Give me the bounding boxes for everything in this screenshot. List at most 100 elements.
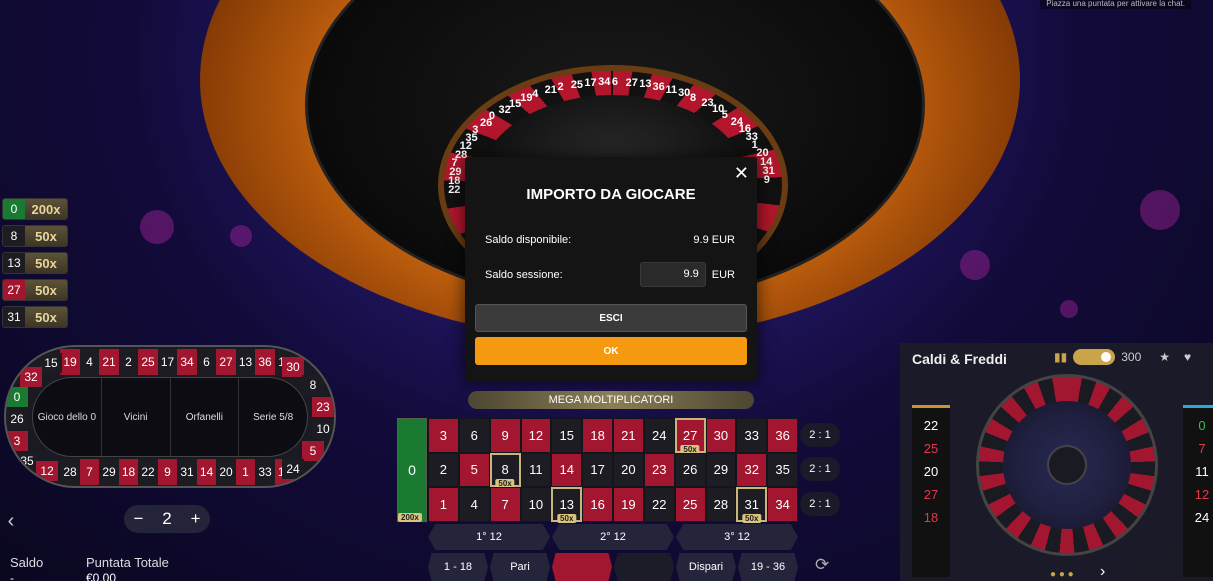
bet-even[interactable]: Pari: [490, 553, 550, 581]
bet-cell-7[interactable]: 7: [489, 487, 521, 522]
racetrack-cell-18[interactable]: 18: [118, 459, 139, 485]
racetrack-cell-9[interactable]: 9: [157, 459, 178, 485]
racetrack-cell-33[interactable]: 33: [255, 459, 275, 485]
racetrack-cell-26[interactable]: 26: [6, 409, 28, 429]
bet-low[interactable]: 1 - 18: [428, 553, 488, 581]
bet-cell-2[interactable]: 2: [428, 452, 459, 488]
section-vicini[interactable]: Vicini: [100, 378, 170, 456]
exit-button[interactable]: ESCI: [475, 304, 747, 332]
bet-cell-23[interactable]: 23: [643, 452, 675, 488]
racetrack-cell-0[interactable]: 0: [6, 387, 28, 407]
racetrack-cell-24[interactable]: 24: [282, 459, 304, 479]
minus-icon[interactable]: −: [133, 509, 143, 529]
racetrack-cell-32[interactable]: 32: [20, 367, 42, 387]
racetrack-bet-area[interactable]: Gioco dello 0 Vicini Orfanelli Serie 5/8…: [4, 345, 336, 488]
bet-cell-1[interactable]: 1: [428, 487, 459, 522]
bet-cell-14[interactable]: 14: [551, 452, 583, 488]
bet-cell-24[interactable]: 24: [643, 418, 675, 453]
page-dots[interactable]: ● ● ●: [1050, 569, 1074, 580]
racetrack-cell-3[interactable]: 3: [6, 431, 28, 451]
dozen-bet-2[interactable]: 2° 12: [552, 524, 674, 550]
racetrack-cell-7[interactable]: 7: [79, 459, 100, 485]
section-serie[interactable]: Serie 5/8: [238, 378, 307, 456]
bet-cell-4[interactable]: 4: [458, 487, 490, 522]
bet-black[interactable]: [614, 553, 674, 581]
racetrack-cell-27[interactable]: 27: [216, 349, 236, 375]
chevron-left-icon[interactable]: ‹: [0, 507, 22, 535]
racetrack-cell-35[interactable]: 35: [16, 451, 38, 471]
bet-cell-16[interactable]: 16: [582, 487, 613, 522]
bet-cell-11[interactable]: 11: [520, 452, 552, 488]
racetrack-cell-1[interactable]: 1: [235, 459, 256, 485]
close-icon[interactable]: ✕: [734, 163, 749, 184]
racetrack-cell-6[interactable]: 6: [196, 349, 217, 375]
bet-cell-19[interactable]: 19: [613, 487, 644, 522]
bet-cell-18[interactable]: 18: [582, 418, 613, 453]
bet-cell-29[interactable]: 29: [705, 452, 737, 488]
racetrack-cell-2[interactable]: 2: [118, 349, 139, 375]
racetrack-cell-12[interactable]: 12: [36, 461, 58, 481]
bet-cell-26[interactable]: 26: [674, 452, 706, 488]
bet-cell-31[interactable]: 31 50x: [736, 487, 768, 523]
racetrack-cell-31[interactable]: 31: [177, 459, 197, 485]
racetrack-cell-34[interactable]: 34: [177, 349, 197, 375]
section-orfanelli[interactable]: Orfanelli: [169, 378, 239, 456]
bet-high[interactable]: 19 - 36: [738, 553, 798, 581]
bet-cell-22[interactable]: 22: [643, 487, 675, 522]
bet-cell-35[interactable]: 35: [767, 452, 798, 488]
ok-button[interactable]: OK: [475, 337, 747, 365]
bet-cell-5[interactable]: 5: [458, 452, 490, 488]
racetrack-cell-22[interactable]: 22: [138, 459, 158, 485]
star-icon[interactable]: ★: [1159, 350, 1170, 364]
bet-cell-25[interactable]: 25: [674, 487, 706, 522]
racetrack-cell-15[interactable]: 15: [40, 353, 62, 373]
racetrack-cell-5[interactable]: 5: [302, 441, 324, 461]
bet-cell-34[interactable]: 34: [767, 487, 798, 522]
bet-cell-30[interactable]: 30: [705, 418, 737, 453]
racetrack-cell-4[interactable]: 4: [79, 349, 100, 375]
column-bet-top[interactable]: 2 : 1: [800, 423, 840, 447]
bet-red[interactable]: [552, 553, 612, 581]
racetrack-cell-30[interactable]: 30: [282, 357, 304, 377]
section-gioco-zero[interactable]: Gioco dello 0: [33, 378, 101, 456]
bet-cell-6[interactable]: 6: [458, 418, 490, 453]
bet-cell-36[interactable]: 36: [767, 418, 798, 453]
bet-cell-32[interactable]: 32: [736, 452, 768, 488]
racetrack-cell-20[interactable]: 20: [216, 459, 236, 485]
bet-odd[interactable]: Dispari: [676, 553, 736, 581]
racetrack-cell-36[interactable]: 36: [255, 349, 275, 375]
bet-cell-21[interactable]: 21: [613, 418, 644, 453]
bet-cell-27[interactable]: 27 50x: [674, 418, 706, 454]
column-bet-middle[interactable]: 2 : 1: [800, 457, 840, 481]
racetrack-cell-29[interactable]: 29: [99, 459, 119, 485]
stats-icon[interactable]: ▮▮: [1054, 350, 1067, 364]
plus-icon[interactable]: +: [191, 509, 201, 529]
racetrack-cell-25[interactable]: 25: [138, 349, 158, 375]
racetrack-cell-19[interactable]: 19: [60, 349, 80, 375]
bet-cell-9[interactable]: 9: [489, 418, 521, 453]
bet-cell-3[interactable]: 3: [428, 418, 459, 453]
bet-cell-28[interactable]: 28: [705, 487, 737, 522]
bet-cell-8[interactable]: 8 50x: [489, 452, 521, 489]
bet-cell-12[interactable]: 12: [520, 418, 552, 453]
dozen-bet-1[interactable]: 1° 12: [428, 524, 550, 550]
racetrack-cell-17[interactable]: 17: [157, 349, 178, 375]
bet-cell-15[interactable]: 15: [551, 418, 583, 453]
column-bet-bottom[interactable]: 2 : 1: [800, 492, 840, 516]
bet-cell-17[interactable]: 17: [582, 452, 613, 488]
session-balance-input[interactable]: 9.9: [639, 262, 706, 287]
racetrack-cell-8[interactable]: 8: [302, 375, 324, 395]
chevron-right-icon[interactable]: ›: [1100, 563, 1105, 581]
bet-cell-0[interactable]: 0: [397, 418, 427, 522]
bet-cell-20[interactable]: 20: [613, 452, 644, 488]
heart-icon[interactable]: ♥: [1184, 350, 1191, 364]
bet-cell-10[interactable]: 10: [520, 487, 552, 522]
racetrack-cell-21[interactable]: 21: [99, 349, 119, 375]
repeat-icon[interactable]: ⟳: [815, 555, 829, 575]
racetrack-cell-13[interactable]: 13: [235, 349, 256, 375]
racetrack-cell-23[interactable]: 23: [312, 397, 334, 417]
dozen-bet-3[interactable]: 3° 12: [676, 524, 798, 550]
bet-cell-13[interactable]: 13 50x: [551, 487, 583, 523]
rounds-toggle[interactable]: [1073, 349, 1116, 365]
racetrack-cell-28[interactable]: 28: [60, 459, 80, 485]
